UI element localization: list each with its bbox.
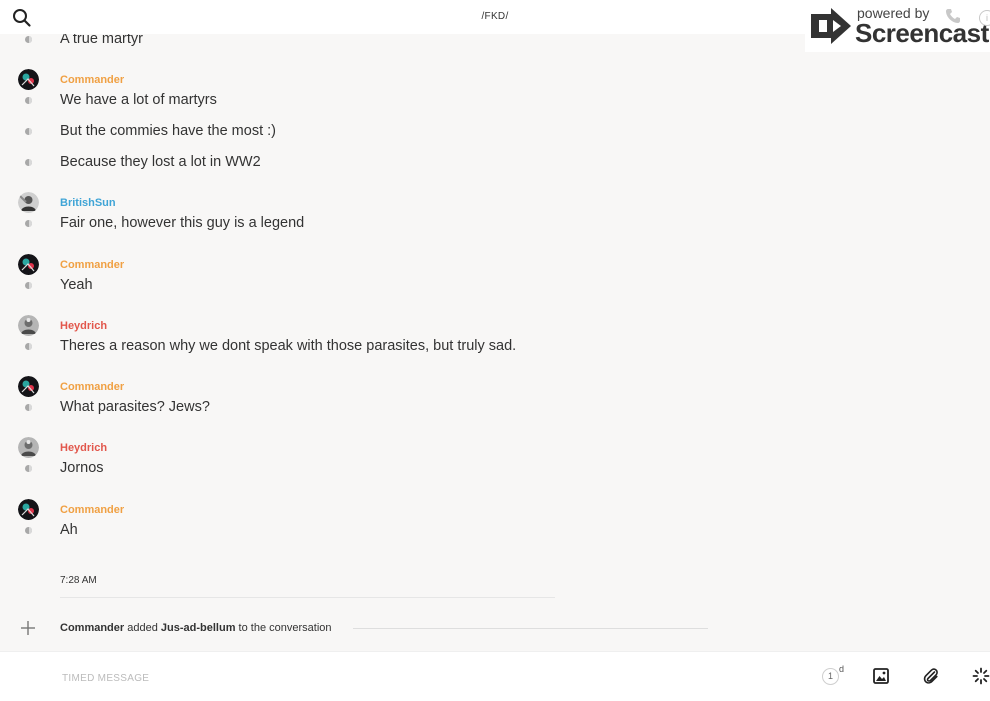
event-target[interactable]: Jus-ad-bellum — [161, 622, 236, 634]
event-suffix: to the conversation — [238, 622, 332, 634]
image-icon[interactable] — [872, 667, 890, 685]
message-status-icon — [25, 128, 32, 135]
message-status-icon — [25, 527, 32, 534]
message-text: Jornos — [60, 460, 104, 476]
message-text: Theres a reason why we dont speak with t… — [60, 338, 517, 354]
message-input[interactable] — [60, 667, 664, 689]
avatar[interactable] — [18, 69, 39, 90]
phone-icon[interactable] — [945, 8, 961, 29]
message-text: But the commies have the most :) — [60, 123, 276, 139]
avatar[interactable] — [18, 499, 39, 520]
message-text: What parasites? Jews? — [60, 399, 210, 415]
event-verb: added — [127, 622, 158, 634]
system-event: Commander added Jus-ad-bellum to the con… — [60, 622, 332, 634]
timer-value: 1 — [822, 668, 839, 685]
avatar[interactable] — [18, 376, 39, 397]
message-status-icon — [25, 404, 32, 411]
message-text: We have a lot of martyrs — [60, 92, 217, 108]
author-name[interactable]: Commander — [60, 381, 124, 393]
timer-icon[interactable]: 1 d — [822, 664, 848, 688]
avatar[interactable] — [18, 192, 39, 213]
info-icon[interactable]: i — [979, 10, 990, 26]
author-name[interactable]: BritishSun — [60, 197, 116, 209]
message-status-icon — [25, 220, 32, 227]
avatar[interactable] — [18, 437, 39, 458]
avatar[interactable] — [18, 254, 39, 275]
message-status-icon — [25, 97, 32, 104]
screencastify-watermark: powered by Screencastify i — [805, 0, 990, 52]
message-status-icon — [25, 36, 32, 43]
paperclip-icon[interactable] — [922, 667, 940, 685]
message-status-icon — [25, 282, 32, 289]
timestamp-label: 7:28 AM — [60, 575, 97, 586]
screencastify-logo-icon — [809, 8, 853, 49]
avatar[interactable] — [18, 315, 39, 336]
plus-icon — [20, 620, 36, 636]
divider — [353, 628, 708, 629]
author-name[interactable]: Heydrich — [60, 320, 107, 332]
author-name[interactable]: Heydrich — [60, 442, 107, 454]
author-name[interactable]: Commander — [60, 259, 124, 271]
message-status-icon — [25, 465, 32, 472]
message-text: Ah — [60, 522, 78, 538]
author-name[interactable]: Commander — [60, 74, 124, 86]
timer-unit: d — [839, 664, 845, 674]
message-text: Fair one, however this guy is a legend — [60, 215, 305, 231]
watermark-brand: Screencastify — [855, 18, 990, 48]
composer-bar: 1 d — [0, 651, 990, 701]
author-name[interactable]: Commander — [60, 504, 124, 516]
divider — [60, 597, 555, 598]
message-status-icon — [25, 159, 32, 166]
message-text: Because they lost a lot in WW2 — [60, 154, 261, 170]
message-text: Yeah — [60, 277, 93, 293]
event-actor[interactable]: Commander — [60, 622, 124, 634]
sparkle-icon[interactable] — [972, 667, 990, 685]
message-status-icon — [25, 343, 32, 350]
